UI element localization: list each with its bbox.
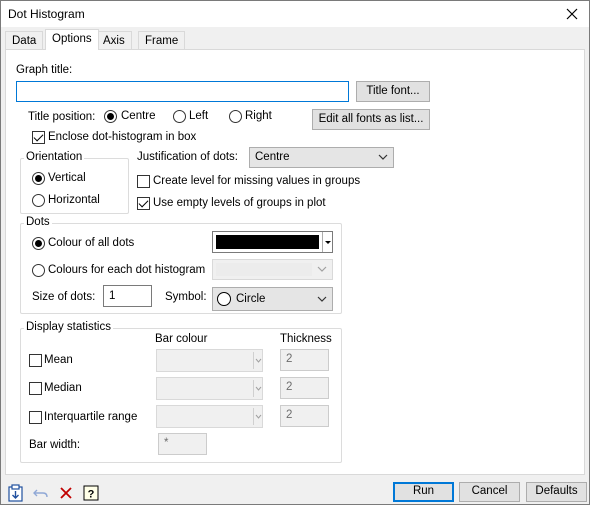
tab-frame[interactable]: Frame — [138, 31, 186, 49]
dot-colour-dropdown-button[interactable] — [322, 232, 332, 252]
help-icon[interactable]: ? — [80, 482, 100, 502]
orientation-horizontal-radio[interactable] — [32, 194, 45, 207]
median-thickness-input[interactable]: 2 — [280, 377, 329, 399]
clear-icon[interactable] — [55, 482, 75, 502]
graph-title-input[interactable] — [16, 81, 349, 102]
symbol-select[interactable]: Circle — [212, 287, 333, 311]
bar-colour-header: Bar colour — [155, 333, 208, 345]
options-panel: Graph title: Title font... Title positio… — [5, 49, 585, 475]
dot-colour-select[interactable] — [212, 231, 333, 253]
graph-title-label: Graph title: — [16, 64, 73, 76]
interquartile-thickness-input[interactable]: 2 — [280, 405, 329, 427]
enclose-box-checkbox[interactable] — [32, 131, 45, 144]
enclose-box-label: Enclose dot-histogram in box — [48, 131, 197, 143]
chevron-down-icon — [317, 294, 327, 304]
colour-all-dots-label: Colour of all dots — [48, 237, 135, 249]
circle-icon — [217, 292, 231, 306]
interquartile-bar-colour-select[interactable] — [156, 405, 263, 428]
title-position-centre-radio[interactable] — [104, 110, 117, 123]
mean-thickness-input[interactable]: 2 — [280, 349, 329, 371]
symbol-label: Symbol: — [165, 291, 207, 303]
empty-levels-label: Use empty levels of groups in plot — [153, 197, 326, 209]
defaults-button[interactable]: Defaults — [526, 482, 587, 502]
symbol-value: Circle — [236, 293, 266, 305]
colour-all-dots-radio[interactable] — [32, 237, 45, 250]
close-icon[interactable] — [561, 3, 583, 25]
title-position-left-radio[interactable] — [173, 110, 186, 123]
title-bar: Dot Histogram — [1, 1, 589, 27]
tab-options[interactable]: Options — [45, 29, 99, 50]
dots-group-label: Dots — [24, 216, 52, 228]
missing-level-checkbox[interactable] — [137, 175, 150, 188]
interquartile-label: Interquartile range — [44, 411, 138, 423]
median-bar-colour-select[interactable] — [156, 377, 263, 400]
chevron-down-icon — [253, 352, 262, 369]
title-position-right-radio[interactable] — [229, 110, 242, 123]
dot-colour-swatch — [216, 235, 319, 249]
interquartile-checkbox[interactable] — [29, 411, 42, 424]
paste-icon[interactable] — [5, 482, 25, 502]
dialog-window: Dot Histogram Data Options Axis Frame Gr… — [0, 0, 590, 505]
orientation-vertical-label: Vertical — [48, 172, 86, 184]
bar-width-label: Bar width: — [29, 439, 81, 451]
chevron-down-icon — [317, 264, 327, 274]
median-label: Median — [44, 382, 82, 394]
size-of-dots-input[interactable] — [103, 285, 152, 307]
mean-bar-colour-select[interactable] — [156, 349, 263, 372]
display-statistics-label: Display statistics — [24, 321, 113, 333]
chevron-down-icon — [253, 408, 262, 425]
mean-label: Mean — [44, 354, 73, 366]
title-position-label: Title position: — [28, 111, 96, 123]
title-position-centre-label: Centre — [121, 110, 156, 122]
colour-each-dot-label: Colours for each dot histogram — [48, 264, 206, 276]
justification-label: Justification of dots: — [137, 151, 238, 163]
justification-value: Centre — [255, 151, 290, 163]
tab-axis[interactable]: Axis — [96, 31, 132, 49]
median-checkbox[interactable] — [29, 382, 42, 395]
title-position-right-label: Right — [245, 110, 272, 122]
undo-icon[interactable] — [30, 482, 50, 502]
empty-levels-checkbox[interactable] — [137, 197, 150, 210]
thickness-header: Thickness — [280, 333, 332, 345]
justification-select[interactable]: Centre — [249, 147, 394, 168]
edit-all-fonts-button[interactable]: Edit all fonts as list... — [312, 109, 430, 130]
chevron-down-icon — [378, 152, 388, 162]
run-button[interactable]: Run — [393, 482, 454, 502]
bar-width-input[interactable]: * — [158, 433, 207, 455]
mean-checkbox[interactable] — [29, 354, 42, 367]
missing-level-label: Create level for missing values in group… — [153, 175, 361, 187]
title-position-left-label: Left — [189, 110, 209, 122]
orientation-horizontal-label: Horizontal — [48, 194, 100, 206]
chevron-down-icon — [253, 380, 262, 397]
orientation-vertical-radio[interactable] — [32, 172, 45, 185]
colour-each-dot-radio[interactable] — [32, 264, 45, 277]
svg-text:?: ? — [88, 489, 95, 501]
tab-data[interactable]: Data — [5, 31, 44, 49]
window-title: Dot Histogram — [8, 7, 85, 21]
colours-each-select[interactable] — [212, 259, 333, 280]
orientation-group-label: Orientation — [24, 151, 85, 163]
size-of-dots-label: Size of dots: — [32, 291, 96, 303]
title-font-button[interactable]: Title font... — [356, 81, 430, 102]
cancel-button[interactable]: Cancel — [459, 482, 520, 502]
